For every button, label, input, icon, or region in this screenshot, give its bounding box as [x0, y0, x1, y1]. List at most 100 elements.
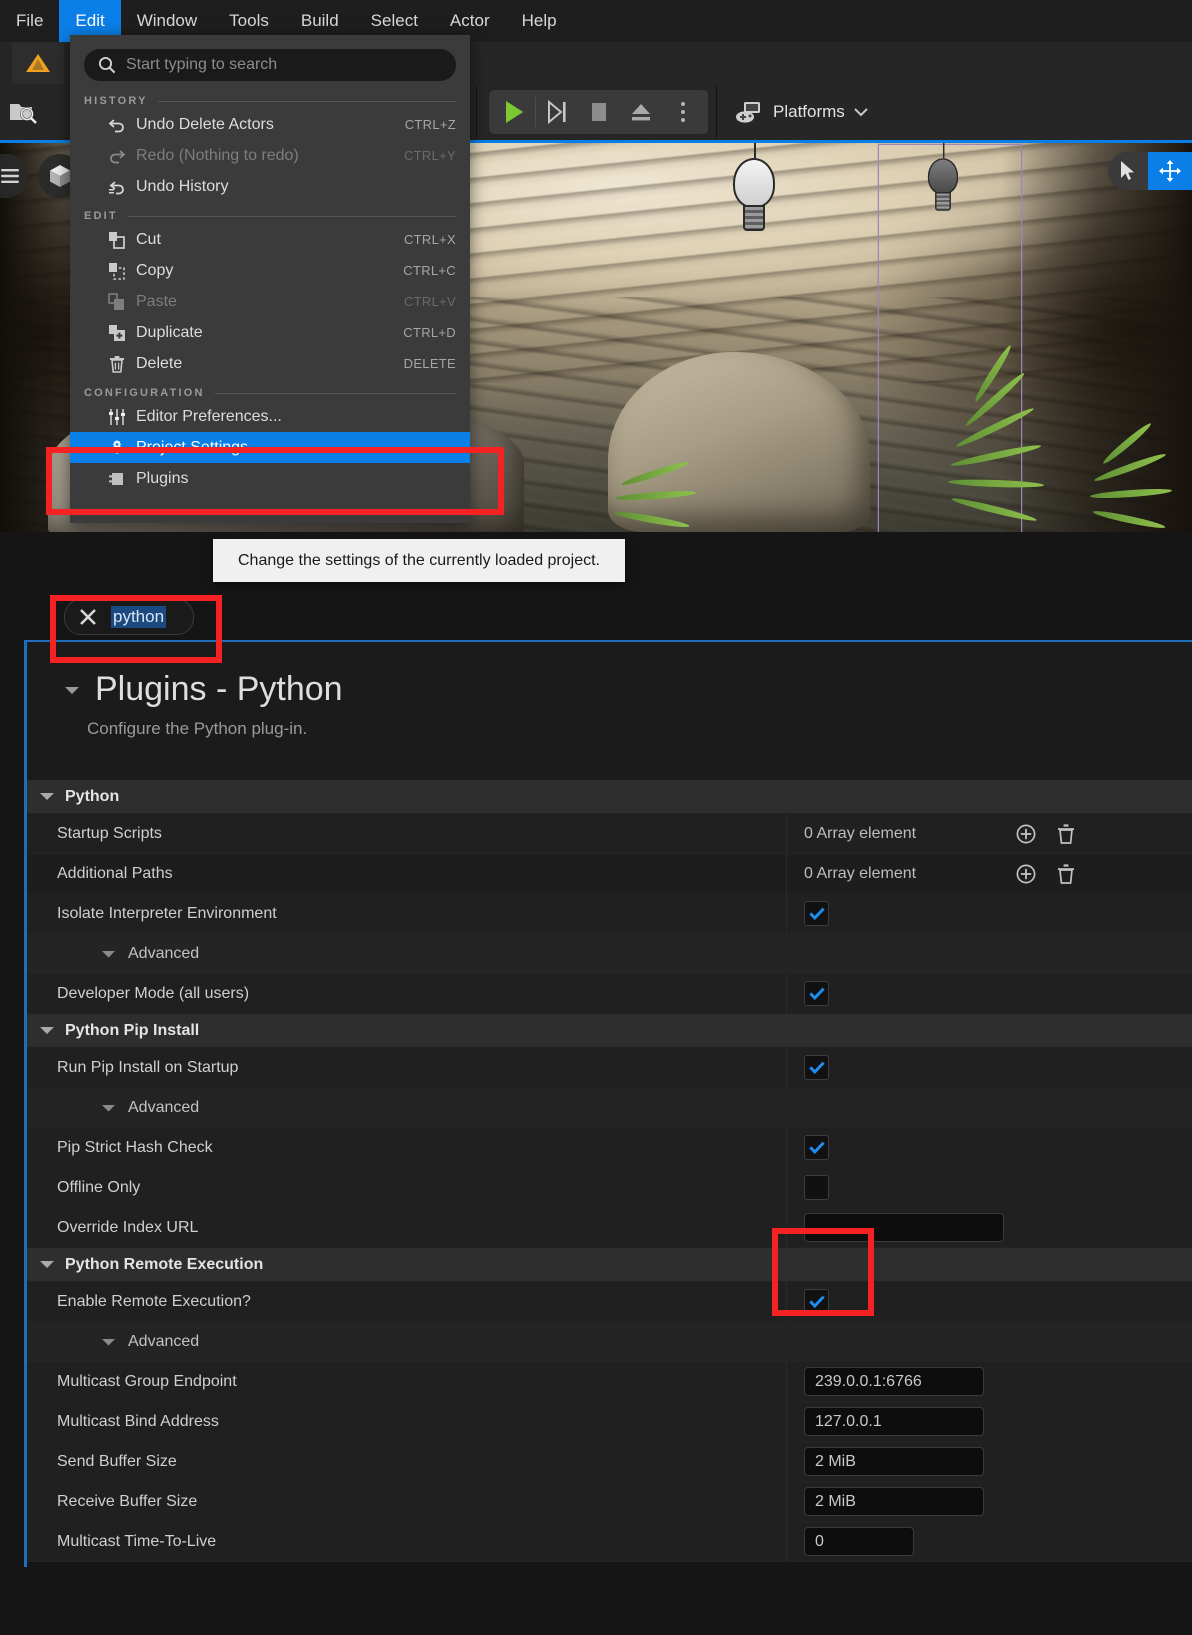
checkbox-offline-only[interactable]: [804, 1175, 829, 1200]
input-multicast-bind-address[interactable]: 127.0.0.1: [804, 1407, 984, 1436]
property-label: Send Buffer Size: [27, 1442, 787, 1481]
select-tool-button[interactable]: [1108, 152, 1148, 190]
menu-item-delete[interactable]: Delete DELETE: [70, 348, 470, 379]
property-label: Pip Strict Hash Check: [27, 1128, 787, 1167]
menu-help[interactable]: Help: [506, 0, 573, 42]
menu-item-duplicate[interactable]: Duplicate CTRL+D: [70, 317, 470, 348]
gamepad-icon: [736, 102, 760, 123]
menu-file[interactable]: File: [0, 0, 59, 42]
category-python[interactable]: Python: [27, 780, 1192, 814]
chevron-down-icon: [854, 108, 868, 117]
menu-item-copy[interactable]: Copy CTRL+C: [70, 255, 470, 286]
add-array-element-button[interactable]: [1012, 820, 1040, 848]
menu-item-editor-preferences[interactable]: Editor Preferences...: [70, 401, 470, 432]
move-tool-button[interactable]: [1148, 152, 1192, 190]
bulb-base: [743, 205, 765, 231]
menu-item-shortcut: CTRL+D: [403, 325, 456, 340]
input-multicast-time-to-live[interactable]: 0: [804, 1527, 914, 1556]
array-element-count: 0 Array element: [804, 864, 917, 882]
chevron-down-icon: [102, 1104, 115, 1111]
menu-search-wrapper: Start typing to search: [70, 35, 470, 87]
menu-item-undo[interactable]: Undo Delete Actors CTRL+Z: [70, 109, 470, 140]
table-row[interactable]: Multicast Group Endpoint 239.0.0.1:6766: [27, 1362, 1192, 1402]
property-list: Python Startup Scripts 0 Array element A…: [27, 780, 1192, 1635]
check-icon: [808, 1061, 825, 1074]
menu-item-paste[interactable]: Paste CTRL+V: [70, 286, 470, 317]
content-browser-button[interactable]: [0, 90, 46, 134]
add-array-element-button[interactable]: [1012, 860, 1040, 888]
play-more-options-button[interactable]: [662, 90, 704, 134]
checkbox-enable-remote-execution[interactable]: [804, 1289, 829, 1314]
menu-item-cut[interactable]: Cut CTRL+X: [70, 224, 470, 255]
table-row[interactable]: Developer Mode (all users): [27, 974, 1192, 1014]
menu-item-shortcut: CTRL+X: [403, 232, 456, 247]
clear-array-button[interactable]: [1052, 860, 1080, 888]
level-tab[interactable]: [12, 42, 64, 84]
checkbox-developer-mode-all-users[interactable]: [804, 981, 829, 1006]
clear-array-button[interactable]: [1052, 820, 1080, 848]
viewport-menu-button[interactable]: [0, 154, 28, 198]
play-button[interactable]: [493, 90, 535, 134]
table-row[interactable]: Multicast Time-To-Live 0: [27, 1522, 1192, 1562]
eject-icon: [632, 104, 650, 121]
table-row[interactable]: Override Index URL: [27, 1208, 1192, 1248]
checkbox-pip-strict-hash-check[interactable]: [804, 1135, 829, 1160]
chevron-down-icon: [40, 1261, 54, 1268]
input-send-buffer-size[interactable]: 2 MiB: [804, 1447, 984, 1476]
table-row[interactable]: Startup Scripts 0 Array element: [27, 814, 1192, 854]
copy-icon: [104, 262, 130, 280]
table-row[interactable]: Send Buffer Size 2 MiB: [27, 1442, 1192, 1482]
menu-section-rule: [127, 215, 456, 217]
stop-button[interactable]: [578, 90, 620, 134]
advanced-toggle-python[interactable]: Advanced: [27, 934, 1192, 974]
duplicate-icon: [104, 324, 130, 342]
menu-item-label: Cut: [136, 230, 161, 248]
checkbox-run-pip-install-on-startup[interactable]: [804, 1055, 829, 1080]
menu-item-label: Duplicate: [136, 323, 203, 341]
menu-item-plugins[interactable]: Plugins: [70, 463, 470, 494]
menu-search-input[interactable]: Start typing to search: [84, 49, 456, 81]
table-row[interactable]: Multicast Bind Address 127.0.0.1: [27, 1402, 1192, 1442]
menu-item-label: Undo History: [136, 177, 229, 195]
advanced-toggle-pip[interactable]: Advanced: [27, 1088, 1192, 1128]
trash-icon: [1058, 863, 1074, 884]
input-multicast-group-endpoint[interactable]: 239.0.0.1:6766: [804, 1367, 984, 1396]
advanced-toggle-remote-execution[interactable]: Advanced: [27, 1322, 1192, 1362]
menu-item-undo-history[interactable]: Undo History: [70, 171, 470, 202]
property-label: Run Pip Install on Startup: [27, 1048, 787, 1087]
point-light-actor-1[interactable]: [733, 140, 775, 231]
table-row[interactable]: Offline Only: [27, 1168, 1192, 1208]
chevron-down-icon[interactable]: [63, 684, 81, 696]
menu-item-label: Copy: [136, 261, 174, 279]
category-python-remote-execution[interactable]: Python Remote Execution: [27, 1248, 1192, 1282]
table-row[interactable]: Enable Remote Execution?: [27, 1282, 1192, 1322]
chevron-down-icon: [102, 950, 115, 957]
table-row[interactable]: Isolate Interpreter Environment: [27, 894, 1192, 934]
settings-search-input[interactable]: python: [64, 599, 194, 635]
menu-section-rule: [157, 100, 456, 102]
menu-item-redo[interactable]: Redo (Nothing to redo) CTRL+Y: [70, 140, 470, 171]
point-light-actor-2[interactable]: [927, 140, 959, 211]
plus-circle-icon: [1016, 864, 1036, 883]
checkbox-isolate-interpreter-environment[interactable]: [804, 901, 829, 926]
plus-circle-icon: [1016, 824, 1036, 843]
input-override-index-url[interactable]: [804, 1213, 1004, 1242]
skip-button[interactable]: [536, 90, 578, 134]
project-settings-panel: python Plugins - Python Configure the Py…: [0, 532, 1192, 1635]
menu-item-project-settings[interactable]: Project Settings...: [70, 432, 470, 463]
category-python-pip-install[interactable]: Python Pip Install: [27, 1014, 1192, 1048]
table-row[interactable]: Additional Paths 0 Array element: [27, 854, 1192, 894]
table-row[interactable]: Run Pip Install on Startup: [27, 1048, 1192, 1088]
input-receive-buffer-size[interactable]: 2 MiB: [804, 1487, 984, 1516]
eject-button[interactable]: [620, 90, 662, 134]
table-row[interactable]: Receive Buffer Size 2 MiB: [27, 1482, 1192, 1522]
property-value: 127.0.0.1: [787, 1402, 1192, 1441]
property-value: 0 Array element: [787, 854, 1192, 893]
platforms-button[interactable]: Platforms: [725, 90, 879, 134]
property-value: [787, 1168, 1192, 1207]
page-title-row: Plugins - Python: [27, 642, 1192, 709]
table-row[interactable]: Pip Strict Hash Check: [27, 1128, 1192, 1168]
menu-item-label: Paste: [136, 292, 177, 310]
content-browser-icon: [10, 104, 37, 124]
close-icon[interactable]: [77, 606, 99, 628]
